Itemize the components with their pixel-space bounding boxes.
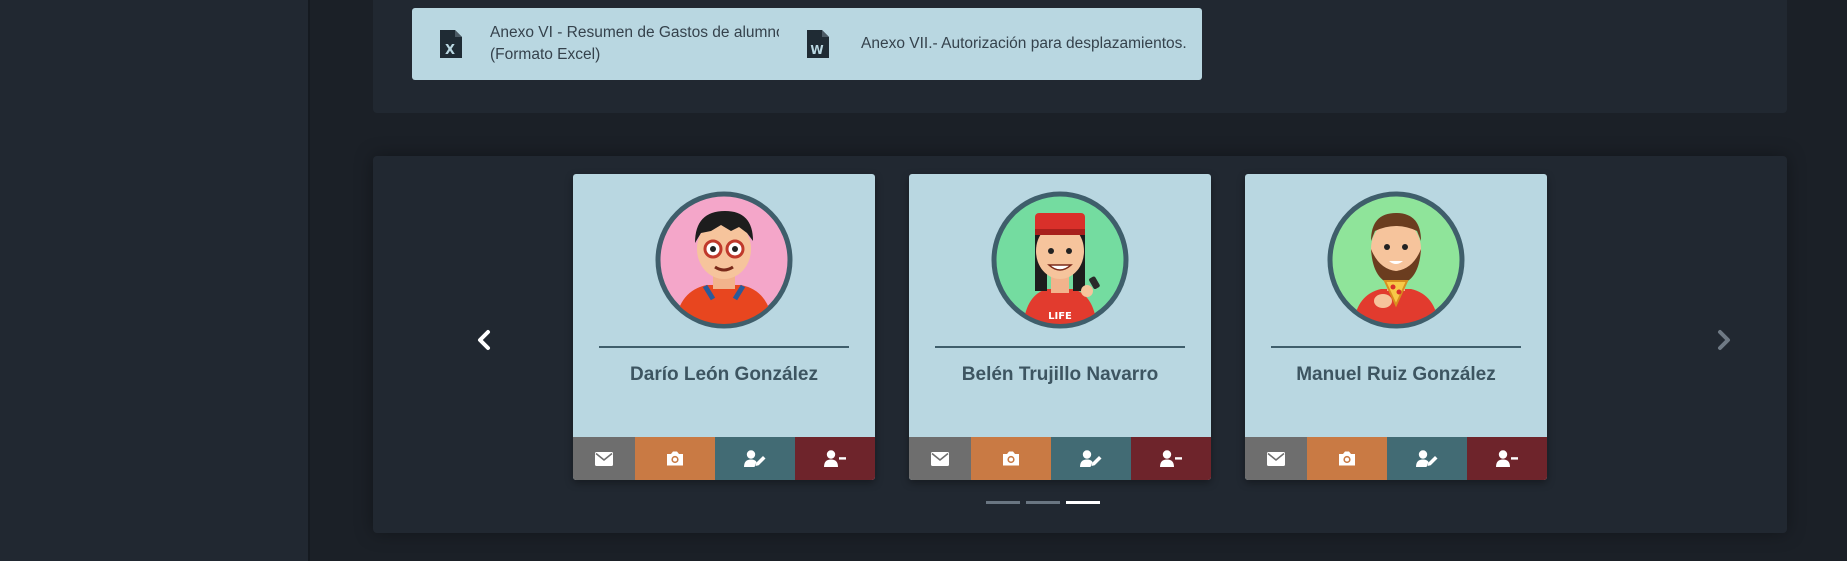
person-card: Darío León González [573,174,875,480]
documents-panel: X Anexo VI - Resumen de Gastos de alumno… [373,0,1787,113]
photo-button[interactable] [635,437,715,480]
carousel-indicators [986,501,1100,504]
person-card: LIFE Belén Trujillo Navarro [909,174,1211,480]
card-divider [599,346,849,348]
photo-button[interactable] [1307,437,1387,480]
people-carousel: Darío León González LIFE Belén Trujillo … [373,156,1787,533]
person-name: Belén Trujillo Navarro [961,364,1159,385]
chevron-right-icon [1718,330,1730,350]
send-email-button[interactable] [909,437,971,480]
document-label: Anexo VII.- Autorización para desplazami… [861,35,1187,52]
edit-user-button[interactable] [715,437,795,480]
carousel-indicator-2[interactable] [1026,501,1060,504]
edit-user-button[interactable] [1051,437,1131,480]
user-minus-icon [824,450,846,467]
svg-text:X: X [445,43,455,58]
person-card: Manuel Ruiz González [1245,174,1547,480]
carousel-indicator-1[interactable] [986,501,1020,504]
person-actions [909,437,1211,480]
envelope-icon [595,451,613,466]
card-divider [935,346,1185,348]
app-root: X Anexo VI - Resumen de Gastos de alumno… [0,0,1847,561]
sidebar [0,0,310,561]
user-edit-icon [744,450,766,467]
camera-icon [667,451,683,466]
card-divider [1271,346,1521,348]
carousel-next-button[interactable] [1710,326,1738,354]
carousel-indicator-3[interactable] [1066,501,1100,504]
carousel-prev-button[interactable] [470,326,498,354]
avatar[interactable] [655,191,793,329]
svg-text:W: W [810,43,823,57]
user-edit-icon [1080,450,1102,467]
excel-file-icon: X [440,30,462,58]
send-email-button[interactable] [1245,437,1307,480]
chevron-left-icon [478,330,490,350]
camera-icon [1339,451,1355,466]
remove-user-button[interactable] [1467,437,1547,480]
word-file-icon: W [807,30,829,58]
send-email-button[interactable] [573,437,635,480]
document-card-anexo-vii[interactable]: W Anexo VII.- Autorización para desplaza… [779,8,1202,80]
person-actions [573,437,875,480]
envelope-icon [1267,451,1285,466]
edit-user-button[interactable] [1387,437,1467,480]
svg-text:LIFE: LIFE [1048,311,1072,322]
remove-user-button[interactable] [795,437,875,480]
person-actions [1245,437,1547,480]
photo-button[interactable] [971,437,1051,480]
document-card-anexo-vi[interactable]: X Anexo VI - Resumen de Gastos de alumno… [412,8,835,80]
avatar[interactable] [1327,191,1465,329]
user-edit-icon [1416,450,1438,467]
main-content: X Anexo VI - Resumen de Gastos de alumno… [310,0,1847,561]
user-minus-icon [1496,450,1518,467]
envelope-icon [931,451,949,466]
person-name: Darío León González [630,364,818,385]
person-name: Manuel Ruiz González [1296,364,1496,385]
user-minus-icon [1160,450,1182,467]
camera-icon [1003,451,1019,466]
avatar[interactable]: LIFE [991,191,1129,329]
remove-user-button[interactable] [1131,437,1211,480]
